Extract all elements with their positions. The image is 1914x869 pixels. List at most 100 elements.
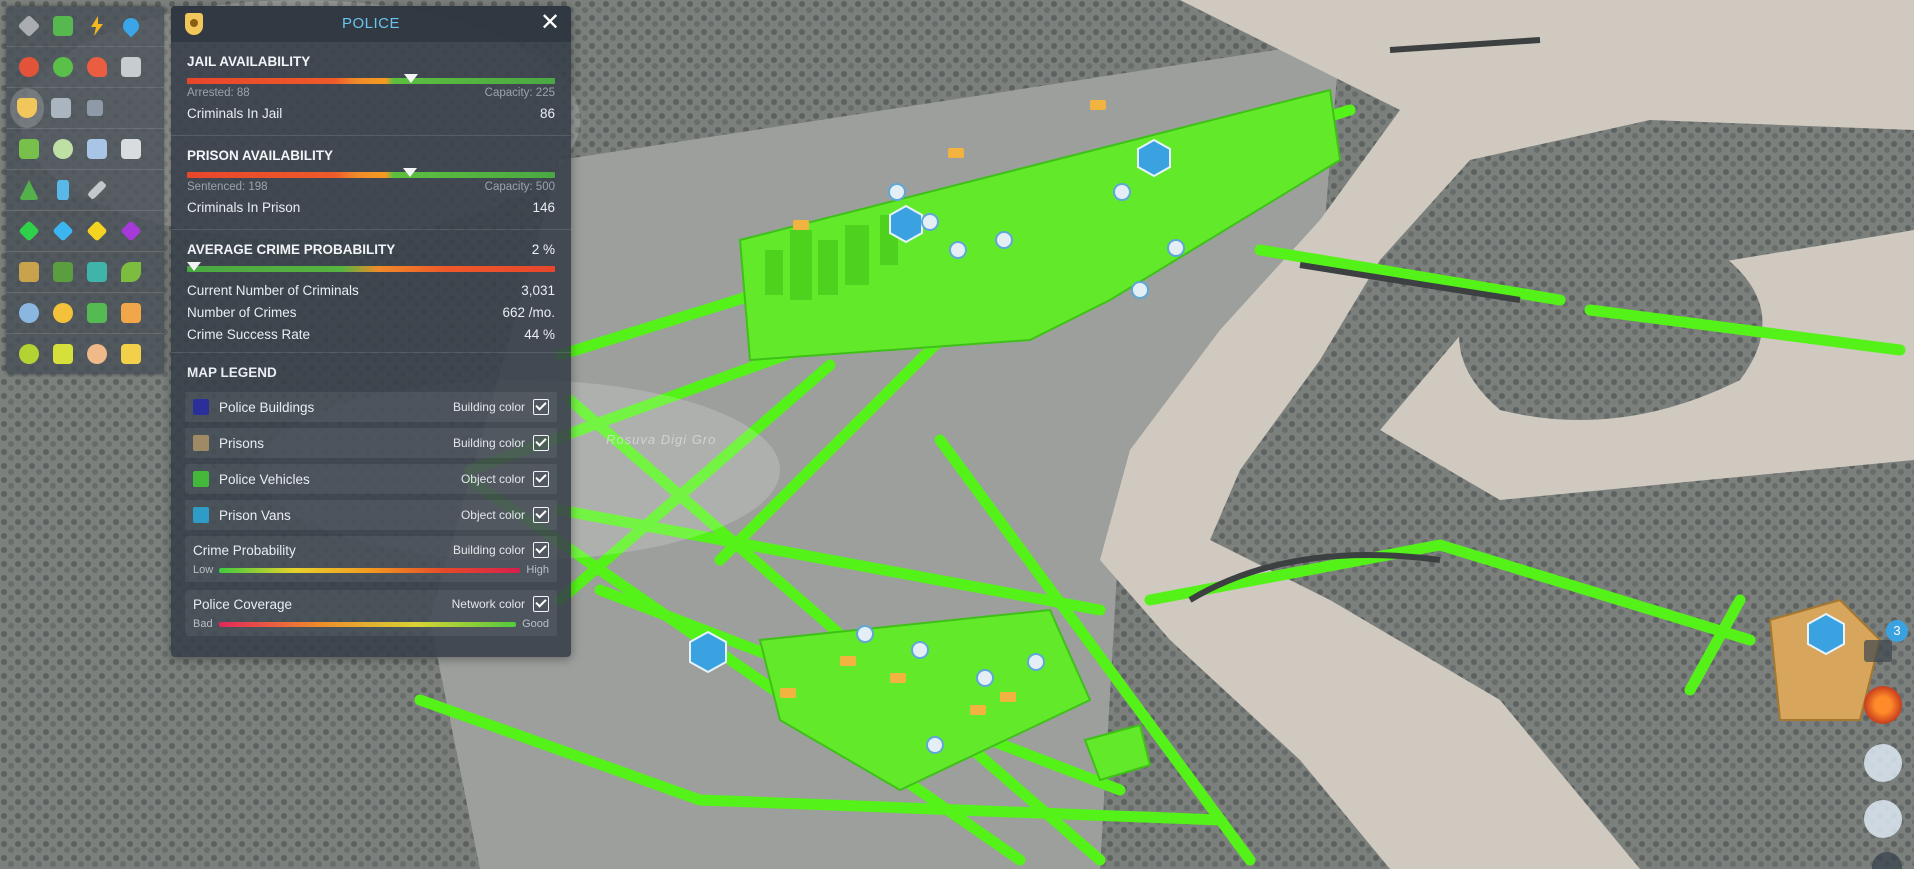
legend-item-police-buildings: Police Buildings Building color xyxy=(185,392,557,422)
legend-label: Prison Vans xyxy=(219,507,291,523)
tree-icon[interactable] xyxy=(12,170,46,210)
legend-swatch xyxy=(193,471,209,487)
criminals-in-jail-label: Criminals In Jail xyxy=(187,106,283,121)
crime-probability-bar xyxy=(187,262,555,272)
fire-alert-icon[interactable] xyxy=(1864,686,1902,724)
stat-label: Current Number of Criminals xyxy=(187,283,359,298)
happiness-icon[interactable] xyxy=(46,293,80,333)
legend-item-crime-probability: Crime Probability Building color Low Hig… xyxy=(185,536,557,582)
stat-label: Number of Crimes xyxy=(187,305,297,320)
jail-availability-bar xyxy=(187,74,555,84)
legend-swatch xyxy=(193,507,209,523)
panel-title: POLICE xyxy=(341,15,401,32)
legend-label: Police Coverage xyxy=(193,596,293,612)
crime-gradient-bar xyxy=(219,567,521,573)
legend-checkbox[interactable] xyxy=(533,399,549,415)
population-icon[interactable] xyxy=(12,293,46,333)
crime-probability-section: AVERAGE CRIME PROBABILITY 2 % Current Nu… xyxy=(171,230,571,353)
police-infoview-icon[interactable] xyxy=(10,88,44,128)
sentenced-count: Sentenced: 198 xyxy=(187,181,268,193)
arrested-count: Arrested: 88 xyxy=(187,87,250,99)
prison-availability-title: PRISON AVAILABILITY xyxy=(187,148,334,163)
prison-availability-section: PRISON AVAILABILITY Sentenced: 198 Capac… xyxy=(171,136,571,230)
terrain-icon[interactable] xyxy=(46,252,80,292)
prison-infoview-icon[interactable] xyxy=(44,88,78,128)
residential-zone-icon[interactable] xyxy=(12,211,46,251)
jail-availability-title: JAIL AVAILABILITY xyxy=(187,54,311,69)
legend-item-prisons: Prisons Building color xyxy=(185,428,557,458)
legend-kind: Building color xyxy=(452,543,525,557)
document-icon[interactable] xyxy=(114,129,148,169)
legend-checkbox[interactable] xyxy=(533,596,549,612)
stat-value: 662 /mo. xyxy=(502,305,555,320)
legend-kind: Building color xyxy=(452,400,525,414)
stat-value: 3,031 xyxy=(521,283,555,298)
legend-swatch xyxy=(193,399,209,415)
district-label: Rosuva Digi Gro xyxy=(606,432,717,447)
weather-icon[interactable] xyxy=(114,334,148,374)
jail-marker xyxy=(404,74,419,83)
coverage-gradient-bar xyxy=(218,621,517,627)
legend-kind: Building color xyxy=(452,436,525,450)
bottle-icon[interactable] xyxy=(46,170,80,210)
document-log-icon[interactable] xyxy=(1864,800,1902,838)
money-infoview-icon[interactable] xyxy=(46,6,80,46)
stat-row: Number of Crimes 662 /mo. xyxy=(187,302,555,324)
layers-icon[interactable] xyxy=(80,252,114,292)
crime-probability-title: AVERAGE CRIME PROBABILITY xyxy=(187,242,396,257)
police-infoview-panel: POLICE ✕ JAIL AVAILABILITY Arrested: 88 … xyxy=(171,6,571,657)
plant-icon[interactable] xyxy=(114,252,148,292)
workplaces-icon[interactable] xyxy=(114,293,148,333)
bicycle-icon[interactable] xyxy=(46,129,80,169)
water-drop-icon[interactable] xyxy=(114,6,148,46)
stat-row: Current Number of Criminals 3,031 xyxy=(187,280,555,302)
close-button[interactable]: ✕ xyxy=(537,10,563,36)
commercial-zone-icon[interactable] xyxy=(46,211,80,251)
citizen-icon[interactable] xyxy=(1864,744,1902,782)
legend-kind: Object color xyxy=(460,508,525,522)
roads-infoview-icon[interactable] xyxy=(12,6,46,46)
gradient-high-label: High xyxy=(526,564,549,576)
jail-capacity: Capacity: 225 xyxy=(484,87,555,99)
pipe-icon[interactable] xyxy=(80,170,114,210)
mail-icon[interactable] xyxy=(80,129,114,169)
health-icon[interactable] xyxy=(12,47,46,87)
legend-checkbox[interactable] xyxy=(533,542,549,558)
recycling-icon[interactable] xyxy=(46,47,80,87)
legend-swatch xyxy=(193,435,209,451)
legend-item-police-vehicles: Police Vehicles Object color xyxy=(185,464,557,494)
legend-label: Prisons xyxy=(219,435,265,451)
criminals-in-jail-value: 86 xyxy=(539,106,555,121)
panel-header: POLICE ✕ xyxy=(171,6,571,42)
pollution-icon[interactable] xyxy=(12,334,46,374)
stat-value: 44 % xyxy=(524,327,555,342)
prison-capacity: Capacity: 500 xyxy=(484,181,555,193)
education-level-icon[interactable] xyxy=(80,293,114,333)
legend-label: Police Vehicles xyxy=(219,471,310,487)
electricity-icon[interactable] xyxy=(80,6,114,46)
noise-icon[interactable] xyxy=(46,334,80,374)
land-value-icon[interactable] xyxy=(12,252,46,292)
fire-icon[interactable] xyxy=(80,47,114,87)
legend-checkbox[interactable] xyxy=(533,471,549,487)
bus-icon[interactable] xyxy=(12,129,46,169)
wind-icon[interactable] xyxy=(80,334,114,374)
landfill-icon[interactable] xyxy=(78,88,112,128)
notification-badge[interactable]: 3 xyxy=(1886,620,1908,642)
minimize-icon[interactable] xyxy=(1864,640,1892,662)
prison-marker xyxy=(402,168,417,177)
gradient-high-label: Good xyxy=(522,618,549,630)
legend-label: Police Buildings xyxy=(219,399,315,415)
legend-kind: Network color xyxy=(451,597,525,611)
stat-label: Crime Success Rate xyxy=(187,327,311,342)
legend-checkbox[interactable] xyxy=(533,435,549,451)
education-icon[interactable] xyxy=(114,47,148,87)
gradient-low-label: Bad xyxy=(193,618,213,630)
prison-availability-bar xyxy=(187,168,555,178)
office-zone-icon[interactable] xyxy=(114,211,148,251)
legend-item-prison-vans: Prison Vans Object color xyxy=(185,500,557,530)
jail-availability-section: JAIL AVAILABILITY Arrested: 88 Capacity:… xyxy=(171,42,571,136)
legend-checkbox[interactable] xyxy=(533,507,549,523)
industrial-zone-icon[interactable] xyxy=(80,211,114,251)
crime-stats: Current Number of Criminals 3,031 Number… xyxy=(187,280,555,346)
